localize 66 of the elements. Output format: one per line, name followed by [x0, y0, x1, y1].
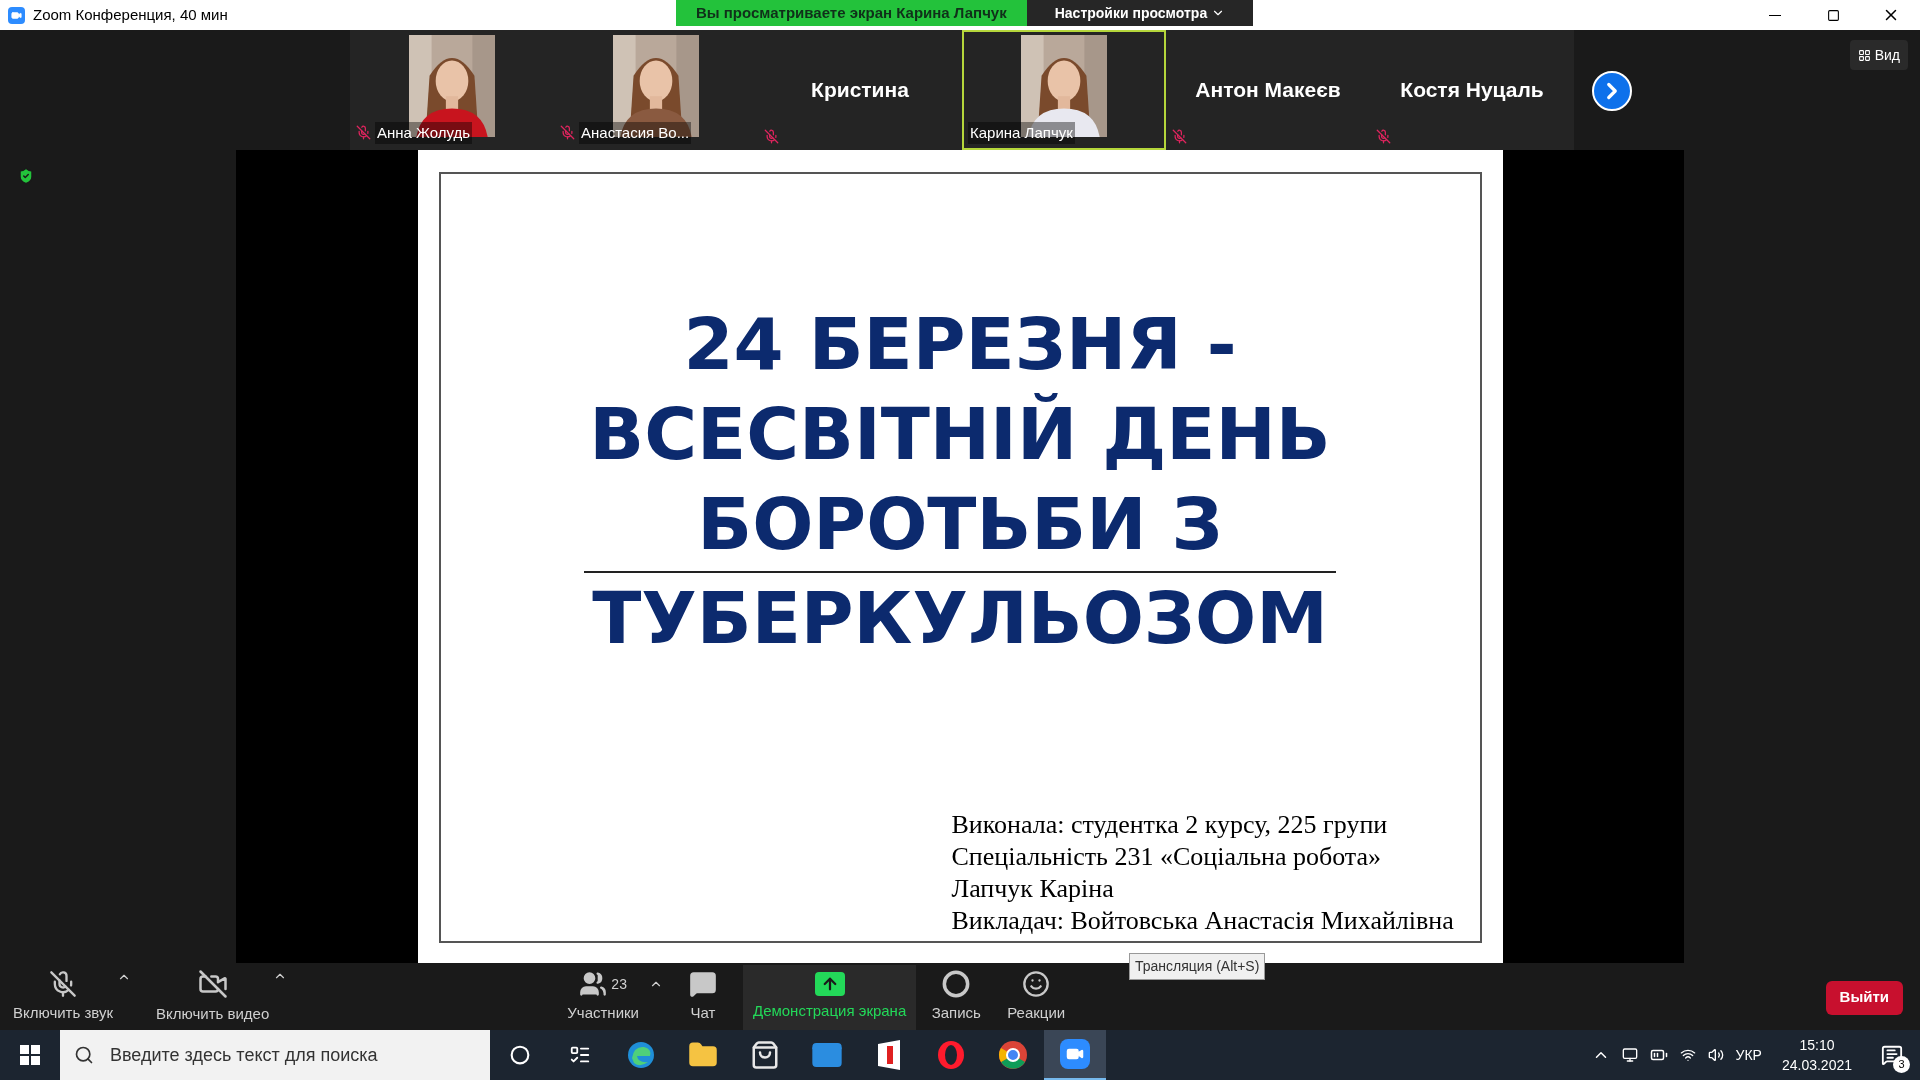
participant-tile[interactable]: Кристина: [758, 30, 962, 150]
tile-icon: [876, 1040, 902, 1070]
speaker-icon[interactable]: [1707, 1047, 1724, 1063]
circle-icon: [510, 1045, 530, 1065]
smile-icon: [1022, 970, 1051, 999]
swirl-icon: [626, 1040, 656, 1070]
participant-name: Анастасия Во...: [579, 121, 692, 144]
leave-button[interactable]: Выйти: [1825, 980, 1903, 1015]
slide-title: ТУБЕРКУЛЬОЗОМ: [592, 575, 1328, 662]
search-icon: [74, 1045, 94, 1065]
view-button[interactable]: Вид: [1849, 40, 1908, 70]
view-settings-button[interactable]: Настройки просмотра: [1026, 0, 1254, 26]
video-off-icon: [197, 969, 228, 1000]
shopping-bag-icon: [750, 1040, 780, 1070]
participant-tile[interactable]: Анастасия Во...: [554, 30, 758, 150]
clock-date: 24.03.2021: [1781, 1056, 1852, 1075]
next-page-button[interactable]: [1592, 71, 1632, 111]
windows-icon: [20, 1045, 40, 1065]
slide-title: ВСЕСВІТНІЙ ДЕНЬ: [589, 391, 1331, 478]
wifi-icon[interactable]: [1679, 1047, 1696, 1063]
share-screen-icon: [814, 972, 845, 997]
minimize-icon: [1769, 14, 1781, 16]
taskbar-app[interactable]: [1044, 1030, 1106, 1080]
people-icon: [579, 970, 608, 999]
reactions-button[interactable]: Реакции: [996, 965, 1077, 1030]
participant-tile[interactable]: Анна Жолудь: [350, 30, 554, 150]
notifications-icon[interactable]: [1881, 1044, 1903, 1066]
participant-count: 23: [611, 974, 627, 994]
start-video-button[interactable]: Включить видео: [131, 969, 270, 1026]
participant-name: Карина Лапчук: [968, 121, 1075, 144]
participant-name: Антон Макеєв: [1195, 77, 1341, 104]
language-indicator[interactable]: УКР: [1735, 1044, 1762, 1066]
restore-icon: [1826, 8, 1840, 22]
slide-credit: Лапчук Каріна: [951, 873, 1115, 905]
participants-button[interactable]: 23 Участники: [557, 965, 649, 1030]
sharing-banner: Вы просматриваете экран Карина Лапчук: [676, 0, 1027, 26]
participant-name: Костя Нуцаль: [1400, 77, 1544, 104]
grid-icon: [1857, 48, 1871, 62]
share-button[interactable]: Демонстрация экрана: [742, 965, 917, 1030]
ring-icon: [936, 1040, 966, 1070]
slide-title: БОРОТЬБИ З: [697, 481, 1223, 568]
mic-off-icon: [49, 970, 77, 999]
slide-credit: Виконала: студентка 2 курсу, 225 групи: [951, 809, 1389, 841]
slide-credit: Викладач: Войтовська Анастасія Михайлівна: [951, 905, 1455, 937]
round-logo-icon: [998, 1040, 1028, 1070]
tooltip: Трансляция (Alt+S): [1129, 953, 1266, 980]
monitor-icon[interactable]: [1621, 1047, 1638, 1063]
window-title: Zoom Конференция, 40 мин: [33, 4, 228, 25]
participant-name: Анна Жолудь: [375, 121, 473, 144]
notification-count: 3: [1893, 1056, 1910, 1073]
record-icon: [942, 970, 971, 999]
clock-time: 15:10: [1799, 1036, 1835, 1055]
participant-tile[interactable]: Антон Макеєв: [1166, 30, 1370, 150]
chat-button[interactable]: Чат: [662, 965, 743, 1030]
participant-tile[interactable]: Карина Лапчук: [962, 30, 1166, 150]
slide-credit: Спеціальність 231 «Соціальна робота»: [951, 841, 1383, 873]
camera-icon: [8, 6, 25, 24]
unmute-button[interactable]: Включить звук: [0, 970, 114, 1025]
camera-icon: [1060, 1039, 1090, 1069]
record-button[interactable]: Запись: [916, 965, 997, 1030]
slide-title: 24 БЕРЕЗНЯ -: [683, 301, 1237, 388]
participant-name: Кристина: [811, 77, 909, 104]
search-field[interactable]: Введите здесь текст для поиска: [60, 1030, 490, 1080]
chat-icon: [688, 970, 717, 999]
participant-tile[interactable]: Костя Нуцаль: [1370, 30, 1574, 150]
shield-icon: [17, 167, 35, 185]
